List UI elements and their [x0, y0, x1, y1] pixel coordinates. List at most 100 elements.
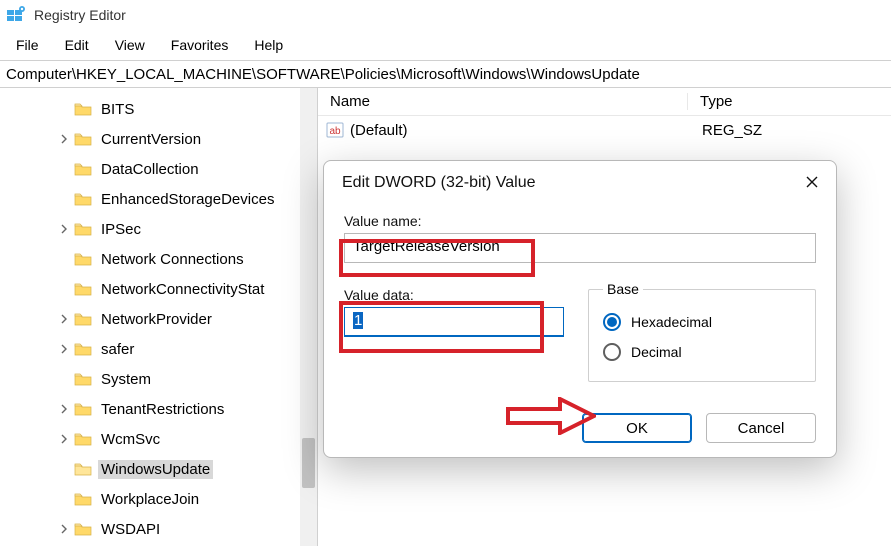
dialog-close-button[interactable]: [800, 171, 824, 195]
menu-help[interactable]: Help: [244, 33, 293, 57]
base-group: Base Hexadecimal Decimal: [588, 281, 816, 382]
string-value-icon: ab: [326, 121, 344, 139]
folder-icon: [74, 222, 92, 236]
tree-item-label: Network Connections: [98, 250, 247, 269]
tree-item[interactable]: DataCollection: [0, 154, 317, 184]
tree-item-label: TenantRestrictions: [98, 400, 227, 419]
folder-icon: [74, 312, 92, 326]
tree-item-label: WSDAPI: [98, 520, 163, 539]
tree-item-label: WcmSvc: [98, 430, 163, 449]
ok-button[interactable]: OK: [582, 413, 692, 443]
address-path: Computer\HKEY_LOCAL_MACHINE\SOFTWARE\Pol…: [6, 66, 640, 83]
folder-icon: [74, 132, 92, 146]
tree-item[interactable]: NetworkProvider: [0, 304, 317, 334]
tree-item-label: NetworkConnectivityStat: [98, 280, 267, 299]
folder-icon: [74, 522, 92, 536]
expander-icon[interactable]: [56, 521, 72, 537]
value-type-cell: REG_SZ: [702, 122, 891, 139]
svg-text:ab: ab: [329, 126, 341, 137]
expander-icon: [56, 251, 72, 267]
column-name[interactable]: Name: [318, 93, 688, 110]
value-name-cell: (Default): [350, 122, 702, 139]
tree-item[interactable]: WSDAPI: [0, 514, 317, 544]
values-rows: ab (Default)REG_SZ: [318, 116, 891, 144]
tree-item[interactable]: EnhancedStorageDevices: [0, 184, 317, 214]
value-data-text: 1: [353, 312, 363, 329]
tree-item[interactable]: NetworkConnectivityStat: [0, 274, 317, 304]
value-name-label: Value name:: [344, 213, 816, 229]
folder-icon: [74, 282, 92, 296]
tree-item-label: safer: [98, 340, 137, 359]
folder-icon: [74, 402, 92, 416]
scrollbar-thumb[interactable]: [302, 438, 315, 488]
folder-icon: [74, 192, 92, 206]
folder-icon: [74, 102, 92, 116]
tree-item[interactable]: TenantRestrictions: [0, 394, 317, 424]
tree-item[interactable]: WindowsUpdate: [0, 454, 317, 484]
folder-icon: [74, 342, 92, 356]
tree-item[interactable]: BITS: [0, 94, 317, 124]
title-bar: Registry Editor: [0, 0, 891, 30]
values-header[interactable]: Name Type: [318, 88, 891, 116]
expander-icon[interactable]: [56, 311, 72, 327]
address-bar[interactable]: Computer\HKEY_LOCAL_MACHINE\SOFTWARE\Pol…: [0, 60, 891, 88]
folder-icon: [74, 432, 92, 446]
radio-icon: [603, 313, 621, 331]
folder-icon: [74, 462, 92, 476]
tree-scrollbar[interactable]: [300, 88, 317, 546]
expander-icon[interactable]: [56, 401, 72, 417]
tree-item[interactable]: Network Connections: [0, 244, 317, 274]
expander-icon: [56, 491, 72, 507]
menu-favorites[interactable]: Favorites: [161, 33, 239, 57]
tree-item[interactable]: CurrentVersion: [0, 124, 317, 154]
expander-icon: [56, 281, 72, 297]
tree-item-label: EnhancedStorageDevices: [98, 190, 277, 209]
expander-icon[interactable]: [56, 221, 72, 237]
expander-icon: [56, 191, 72, 207]
value-name-input[interactable]: TargetReleaseVersion: [344, 233, 816, 263]
radio-decimal[interactable]: Decimal: [603, 337, 801, 367]
radio-hexadecimal[interactable]: Hexadecimal: [603, 307, 801, 337]
folder-icon: [74, 372, 92, 386]
column-type[interactable]: Type: [688, 93, 891, 110]
tree-pane: BITS CurrentVersion DataCollection Enhanced…: [0, 88, 318, 546]
menu-edit[interactable]: Edit: [55, 33, 99, 57]
value-data-input[interactable]: 1: [344, 307, 564, 337]
value-name-text: TargetReleaseVersion: [353, 238, 500, 255]
ok-button-label: OK: [626, 420, 648, 437]
cancel-button[interactable]: Cancel: [706, 413, 816, 443]
expander-icon[interactable]: [56, 431, 72, 447]
tree-item[interactable]: WcmSvc: [0, 424, 317, 454]
radio-hex-label: Hexadecimal: [631, 314, 712, 330]
expander-icon: [56, 461, 72, 477]
radio-dec-label: Decimal: [631, 344, 682, 360]
value-data-label: Value data:: [344, 287, 564, 303]
expander-icon[interactable]: [56, 341, 72, 357]
expander-icon: [56, 101, 72, 117]
tree-item[interactable]: IPSec: [0, 214, 317, 244]
expander-icon[interactable]: [56, 131, 72, 147]
tree-item-label: WindowsUpdate: [98, 460, 213, 479]
tree-item[interactable]: WorkplaceJoin: [0, 484, 317, 514]
folder-icon: [74, 252, 92, 266]
tree-item-label: NetworkProvider: [98, 310, 215, 329]
tree-item-label: IPSec: [98, 220, 144, 239]
edit-dword-dialog: Edit DWORD (32-bit) Value Value name: Ta…: [323, 160, 837, 458]
tree-item-label: BITS: [98, 100, 137, 119]
tree-item-label: CurrentVersion: [98, 130, 204, 149]
tree-item-label: WorkplaceJoin: [98, 490, 202, 509]
registry-tree[interactable]: BITS CurrentVersion DataCollection Enhanced…: [0, 88, 317, 546]
app-title: Registry Editor: [34, 7, 126, 23]
close-icon: [805, 175, 819, 192]
tree-item[interactable]: safer: [0, 334, 317, 364]
menu-file[interactable]: File: [6, 33, 49, 57]
tree-item-label: DataCollection: [98, 160, 202, 179]
dialog-titlebar: Edit DWORD (32-bit) Value: [324, 161, 836, 201]
dialog-title: Edit DWORD (32-bit) Value: [342, 174, 536, 192]
menu-view[interactable]: View: [105, 33, 155, 57]
menu-bar: File Edit View Favorites Help: [0, 30, 891, 60]
tree-item-label: System: [98, 370, 154, 389]
tree-item[interactable]: System: [0, 364, 317, 394]
radio-icon: [603, 343, 621, 361]
value-row[interactable]: ab (Default)REG_SZ: [318, 116, 891, 144]
